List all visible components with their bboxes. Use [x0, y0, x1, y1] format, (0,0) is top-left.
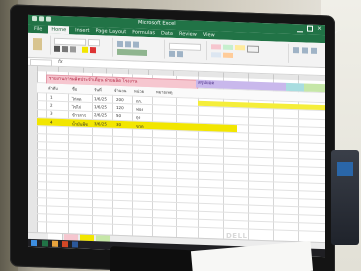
banner-green[interactable]	[304, 83, 325, 93]
word-taskbar-icon[interactable]	[72, 241, 78, 248]
font-group	[52, 35, 113, 57]
table-cell[interactable]: น้ำมันพืช	[72, 120, 88, 128]
photo-scene: Microsoft Excel × File Home Insert Page …	[0, 0, 361, 271]
italic-icon[interactable]	[62, 46, 68, 53]
styles-group	[208, 41, 289, 63]
bold-icon[interactable]	[54, 45, 60, 52]
app-taskbar-icon[interactable]	[62, 241, 68, 248]
worksheet-grid[interactable]: รายงานการผลิตประจำเดือน ฝ่ายผลิต โรงงาน …	[28, 70, 325, 250]
clipboard-group	[30, 34, 51, 55]
style-input-swatch[interactable]	[223, 52, 233, 58]
tab-file[interactable]: File	[34, 25, 42, 33]
number-group	[166, 39, 207, 61]
close-icon[interactable]: ×	[317, 25, 323, 32]
header-cell[interactable]: หมายเหตุ	[156, 88, 172, 96]
minimize-icon[interactable]	[297, 25, 303, 33]
header-cell[interactable]: วันที่	[94, 86, 102, 93]
header-cell[interactable]: ชื่อ	[72, 85, 77, 92]
save-icon[interactable]	[32, 15, 37, 22]
table-cell[interactable]: 2	[50, 103, 53, 108]
find-select-icon[interactable]	[311, 47, 317, 54]
dell-logo: DELL	[226, 232, 248, 240]
table-cell[interactable]: 200	[116, 97, 124, 102]
font-name-select[interactable]	[54, 37, 86, 46]
font-color-icon[interactable]	[90, 46, 96, 54]
header-cell[interactable]: หน่วย	[134, 88, 144, 95]
table-cell[interactable]: ฟอง	[136, 106, 143, 113]
alignment-group	[114, 37, 165, 59]
document-title: Microsoft Excel	[138, 19, 176, 27]
table-cell[interactable]: ข้าวสาร	[72, 111, 86, 118]
header-cell[interactable]: ลำดับ	[48, 85, 58, 92]
monitor-screen: Microsoft Excel × File Home Insert Page …	[28, 14, 325, 258]
redo-icon[interactable]	[46, 16, 51, 22]
table-cell[interactable]: 2/6/25	[94, 112, 107, 117]
table-cell[interactable]: 3	[50, 111, 53, 116]
header-cell[interactable]: จำนวน	[114, 87, 126, 94]
comma-icon[interactable]	[177, 51, 183, 58]
table-cell[interactable]: 30	[116, 122, 121, 127]
align-left-icon[interactable]	[117, 40, 123, 48]
table-cell[interactable]: ไก่สด	[72, 95, 81, 102]
window-controls: ×	[297, 25, 323, 33]
number-format-select[interactable]	[169, 42, 201, 51]
autosum-icon[interactable]	[293, 47, 299, 54]
style-bad-swatch[interactable]	[211, 44, 221, 50]
percent-icon[interactable]	[169, 50, 175, 57]
align-right-icon[interactable]	[133, 41, 139, 48]
table-cell[interactable]: 3/6/25	[94, 121, 107, 126]
table-cell[interactable]: 1	[50, 95, 53, 100]
style-calc-swatch[interactable]	[211, 52, 221, 58]
table-cell[interactable]: ไข่ไก่	[72, 103, 81, 110]
editing-group	[290, 44, 323, 64]
table-cell[interactable]: 4	[50, 120, 53, 125]
table-cell[interactable]: 1/6/25	[94, 104, 107, 109]
windows-start-icon[interactable]	[31, 239, 37, 247]
desk-device	[331, 150, 359, 245]
undo-icon[interactable]	[39, 16, 44, 22]
fx-icon[interactable]: fx	[58, 59, 63, 65]
banner-blue[interactable]	[286, 82, 304, 92]
table-cell[interactable]: 50	[116, 113, 121, 118]
style-good-swatch[interactable]	[223, 44, 233, 50]
sort-filter-icon[interactable]	[302, 47, 308, 54]
table-cell[interactable]: ถุง	[136, 114, 140, 121]
fill-color-icon[interactable]	[82, 46, 88, 53]
folder-taskbar-icon[interactable]	[52, 240, 58, 247]
maximize-icon[interactable]	[307, 25, 313, 32]
quick-access-toolbar[interactable]	[32, 15, 51, 22]
align-center-icon[interactable]	[125, 41, 131, 48]
style-normal-swatch[interactable]	[247, 45, 259, 53]
table-cell[interactable]: 120	[116, 105, 124, 110]
font-size-select[interactable]	[88, 38, 100, 47]
table-cell[interactable]: ขวด	[136, 123, 144, 130]
merge-center-button[interactable]	[117, 48, 147, 56]
table-cell[interactable]: 1/6/25	[94, 96, 107, 101]
table-cell[interactable]: กก.	[136, 98, 142, 105]
style-neutral-swatch[interactable]	[235, 45, 245, 51]
underline-icon[interactable]	[70, 46, 76, 53]
excel-taskbar-icon[interactable]	[42, 240, 48, 247]
device-screen	[337, 162, 353, 176]
paste-icon[interactable]	[33, 37, 42, 51]
